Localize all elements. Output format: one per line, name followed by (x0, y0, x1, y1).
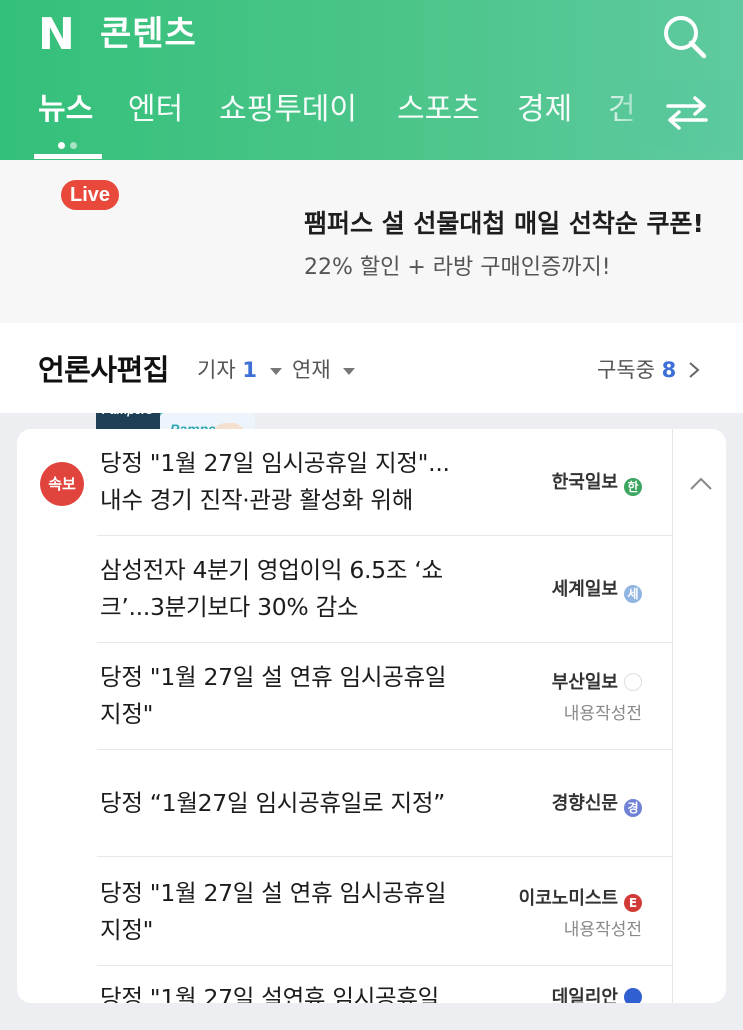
card-divider (672, 429, 673, 1003)
press-logo-icon: E (624, 894, 642, 912)
filter-label: 연재 (292, 358, 331, 382)
chevron-right-icon (689, 362, 700, 378)
ad-banner[interactable]: Pampers Pampers Pampers Live 팸퍼스 설 선물대첩 … (0, 160, 743, 476)
tab-menu-button[interactable] (664, 95, 710, 131)
subscribe-count: 8 (661, 358, 677, 382)
naver-logo[interactable]: N (38, 13, 80, 57)
swap-arrows-icon (666, 96, 708, 130)
tab-entertainment[interactable]: 엔터 (128, 90, 183, 130)
press-name: 한국일보 한 (552, 469, 642, 497)
tab-shopping-today[interactable]: 쇼핑투데이 (219, 90, 357, 130)
press-logo-icon (624, 673, 642, 691)
collapse-button[interactable] (686, 469, 716, 499)
ad-headline: 팸퍼스 설 선물대첩 매일 선착순 쿠폰! (304, 209, 704, 238)
tab-sports[interactable]: 스포츠 (397, 90, 480, 130)
news-item[interactable]: 삼성전자 4분기 영업이익 6.5조 ‘쇼 크’...3분기보다 30% 감소 … (97, 536, 672, 643)
press-name: 데일리안 (552, 984, 642, 1003)
press-name: 이코노미스트 E (519, 885, 642, 913)
section-title: 언론사편집 (38, 353, 169, 387)
series-filter[interactable]: 연재 (292, 355, 356, 385)
subscribe-label: 구독중 (597, 358, 655, 382)
news-item[interactable]: 당정 "1월 27일 임시공휴일 지정"... 내수 경기 진작·관광 활성화 … (97, 429, 672, 536)
ad-subtext: 22% 할인 + 라방 구매인증까지! (304, 255, 611, 280)
press-logo-icon: 한 (624, 478, 642, 496)
press-logo-icon: 세 (624, 585, 642, 603)
subscribing-link[interactable]: 구독중 8 (597, 355, 701, 385)
caret-down-icon (343, 367, 356, 375)
news-card: 속보 당정 "1월 27일 임시공휴일 지정"... 내수 경기 진작·관광 활… (17, 429, 726, 1003)
news-item[interactable]: 당정 "1월 27일 설연휴 임시공휴일 데일리안 (97, 966, 672, 1003)
live-badge: Live (61, 180, 119, 210)
app-header: N 콘텐츠 뉴스 엔터 쇼핑투데이 스포츠 경제 건 (0, 0, 743, 160)
active-tab-underline (34, 154, 102, 159)
breaking-news-badge: 속보 (40, 462, 84, 506)
search-button[interactable] (660, 12, 710, 62)
tab-economy[interactable]: 경제 (517, 90, 572, 130)
chevron-up-icon (690, 477, 712, 490)
press-name: 세계일보 세 (552, 576, 642, 604)
news-headline: 삼성전자 4분기 영업이익 6.5조 ‘쇼 크’...3분기보다 30% 감소 (100, 556, 443, 621)
news-item[interactable]: 당정 "1월 27일 설 연휴 임시공휴일 지정" 부산일보 내용작성전 (97, 643, 672, 750)
press-name: 경향신문 경 (552, 790, 642, 818)
news-headline: 당정 “1월27일 임시공휴일로 지정” (100, 789, 446, 817)
news-headline: 당정 "1월 27일 설 연휴 임시공휴일 지정" (100, 663, 447, 728)
filter-count: 1 (242, 358, 257, 382)
page-title: 콘텐츠 (100, 14, 197, 54)
news-headline: 당정 "1월 27일 설연휴 임시공휴일 (100, 984, 439, 1003)
status-note: 내용작성전 (563, 704, 642, 724)
caret-down-icon (269, 367, 282, 375)
news-headline: 당정 "1월 27일 임시공휴일 지정"... 내수 경기 진작·관광 활성화 … (100, 449, 450, 514)
tab-news[interactable]: 뉴스 (38, 90, 93, 130)
reporter-filter[interactable]: 기자 1 (197, 355, 282, 385)
press-name: 부산일보 (552, 669, 642, 697)
filter-label: 기자 (197, 358, 236, 382)
press-logo-icon: 경 (624, 799, 642, 817)
press-logo-icon (624, 988, 642, 1003)
page-indicator-dots (58, 134, 82, 149)
news-item[interactable]: 당정 “1월27일 임시공휴일로 지정” 경향신문 경 (97, 750, 672, 857)
news-headline: 당정 "1월 27일 설 연휴 임시공휴일 지정" (100, 879, 447, 944)
status-note: 내용작성전 (563, 920, 642, 940)
news-item[interactable]: 당정 "1월 27일 설 연휴 임시공휴일 지정" 이코노미스트 E 내용작성전 (97, 859, 672, 966)
search-icon (664, 16, 707, 59)
